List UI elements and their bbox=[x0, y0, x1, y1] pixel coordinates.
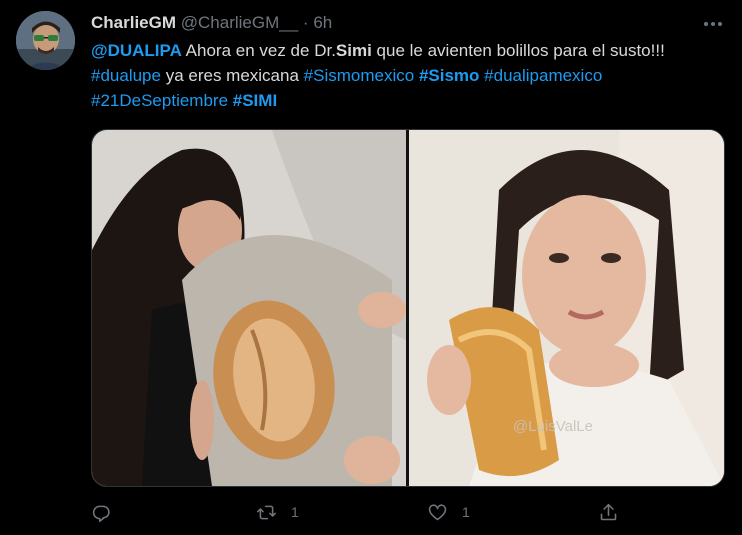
hashtag-link[interactable]: #Sismomexico bbox=[304, 66, 415, 85]
author-handle[interactable]: @CharlieGM__ bbox=[181, 13, 298, 32]
like-count: 1 bbox=[462, 504, 470, 520]
tweet-text-segment: Simi bbox=[335, 41, 372, 60]
hashtag-link[interactable]: #dualipamexico bbox=[484, 66, 602, 85]
tweet-text-segment: Ahora en vez de Dr. bbox=[181, 41, 336, 60]
mention-link[interactable]: @DUALIPA bbox=[91, 41, 182, 60]
more-options-icon[interactable] bbox=[703, 14, 723, 34]
hashtag-link[interactable]: #21DeSeptiembre bbox=[91, 91, 228, 110]
share-button[interactable] bbox=[598, 500, 619, 524]
tweet-media[interactable]: @LuisValLe bbox=[91, 129, 725, 487]
tweet-text: @DUALIPA Ahora en vez de Dr.Simi que le … bbox=[91, 38, 731, 113]
hashtag-link[interactable]: #dualupe bbox=[91, 66, 161, 85]
separator: · bbox=[302, 13, 309, 32]
tweet-actions: 1 1 bbox=[91, 500, 631, 524]
reply-icon bbox=[92, 505, 110, 522]
timestamp[interactable]: 6h bbox=[313, 13, 332, 32]
retweet-icon bbox=[256, 505, 277, 519]
author-name[interactable]: CharlieGM bbox=[91, 13, 176, 32]
hashtag-link[interactable]: #SIMI bbox=[233, 91, 277, 110]
tweet-header: CharlieGM @CharlieGM__ · 6h bbox=[91, 12, 332, 34]
media-photo-left[interactable] bbox=[92, 130, 406, 486]
like-button[interactable]: 1 bbox=[427, 500, 470, 524]
tweet-text-segment: que le avienten bolillos para el susto!!… bbox=[371, 41, 665, 60]
retweet-button[interactable]: 1 bbox=[256, 500, 299, 524]
retweet-count: 1 bbox=[291, 504, 299, 520]
tweet-text-segment: ya eres mexicana bbox=[160, 66, 304, 85]
watermark: @LuisValLe bbox=[513, 418, 593, 435]
tweet-text-line: @DUALIPA Ahora en vez de Dr.Simi que le … bbox=[91, 38, 731, 63]
tweet-text-line: #21DeSeptiembre #SIMI bbox=[91, 88, 731, 113]
like-icon bbox=[428, 503, 447, 520]
share-icon bbox=[600, 503, 617, 520]
media-photo-right[interactable]: @LuisValLe bbox=[409, 130, 724, 486]
avatar[interactable] bbox=[16, 11, 75, 70]
tweet-text-line: #dualupe ya eres mexicana #Sismomexico #… bbox=[91, 63, 731, 88]
reply-button[interactable] bbox=[91, 500, 112, 524]
hashtag-link[interactable]: #Sismo bbox=[419, 66, 479, 85]
tweet[interactable]: CharlieGM @CharlieGM__ · 6h @DUALIPA Aho… bbox=[0, 0, 742, 535]
